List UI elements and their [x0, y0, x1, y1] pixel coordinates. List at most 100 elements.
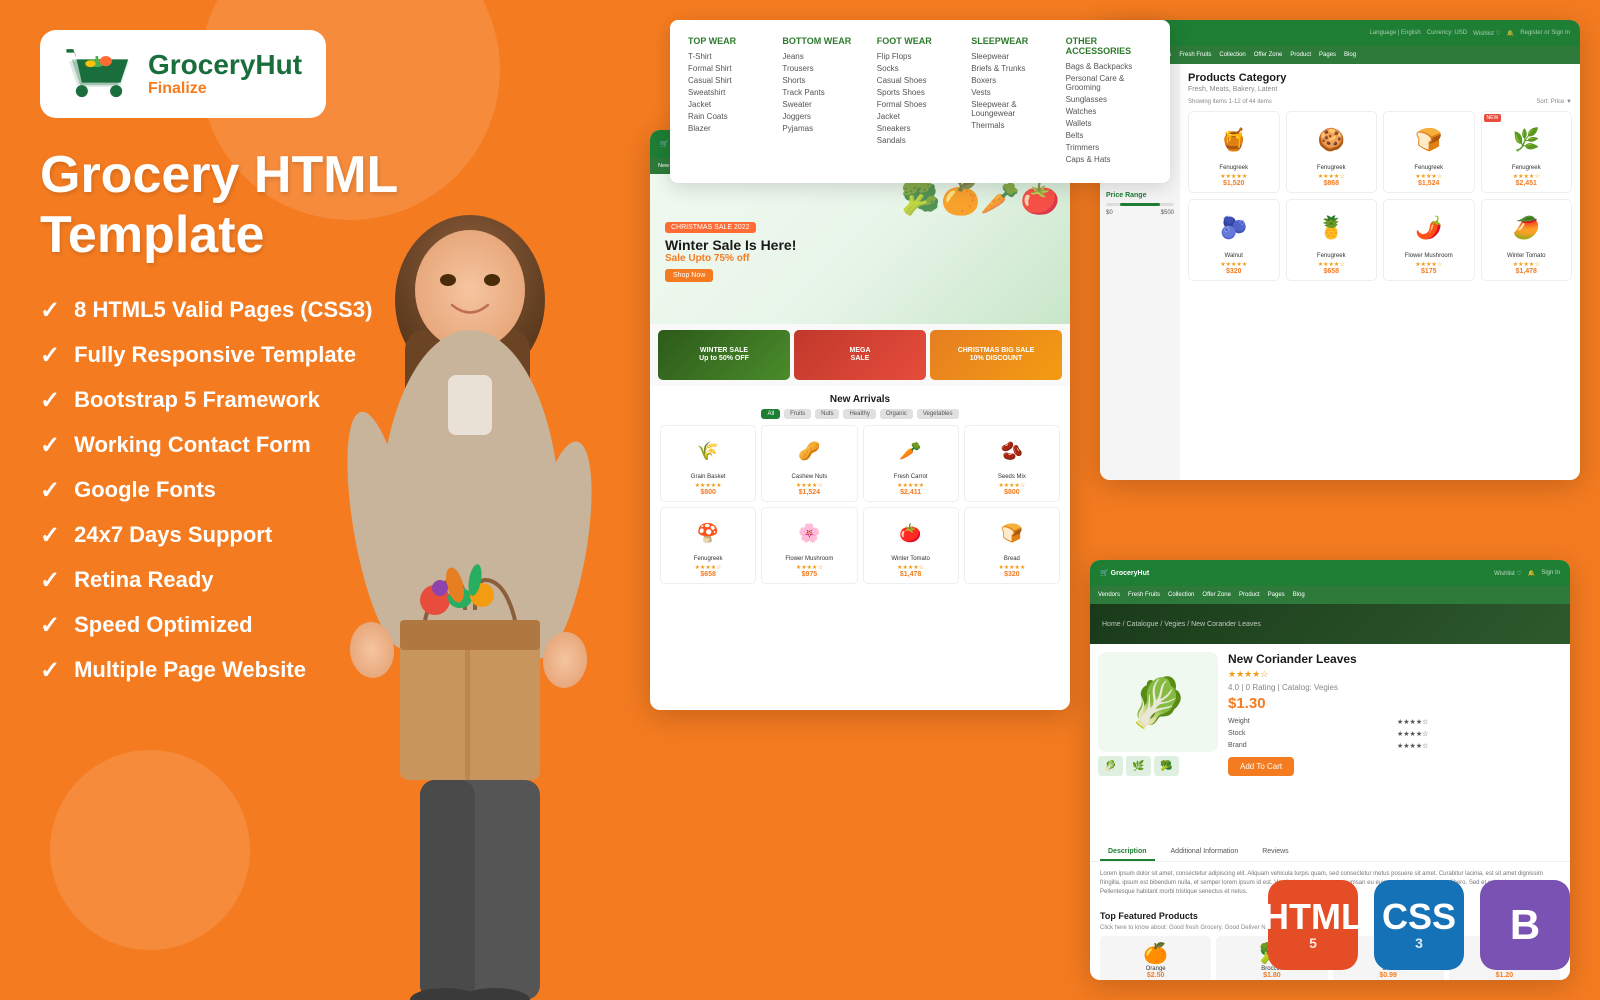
- product-card-4: 🫘 Seeds Mix ★★★★☆ $800: [964, 425, 1060, 502]
- cat-product-wrap-6: 🍍 Fenugreek ★★★★☆ $658: [1286, 199, 1378, 281]
- mega-col-1-title: Top Wear: [688, 36, 774, 46]
- right-section: Top Wear T-Shirt Formal Shirt Casual Shi…: [620, 0, 1600, 1000]
- mega-col-1: Top Wear T-Shirt Formal Shirt Casual Shi…: [688, 36, 774, 167]
- check-icon-9: ✓: [40, 656, 60, 685]
- cat-product-img-2: 🍪: [1292, 117, 1372, 162]
- banner-sub: Sale Upto 75% off: [665, 253, 796, 264]
- product-img-5: 🍄: [666, 513, 750, 553]
- mega-col-3: Foot Wear Flip Flops Socks Casual Shoes …: [877, 36, 963, 167]
- product-card-6: 🌸 Flower Mushroom ★★★★☆ $975: [761, 507, 857, 584]
- bs-label: B: [1510, 904, 1540, 946]
- tab-nuts[interactable]: Nuts: [815, 409, 839, 419]
- css-num: 3: [1415, 935, 1423, 951]
- product-img-4: 🫘: [970, 431, 1054, 471]
- single-details: New Coriander Leaves ★★★★☆ 4.0 | 0 Ratin…: [1228, 652, 1562, 836]
- logo-text-wrap: GroceryHut Finalize: [148, 50, 302, 99]
- single-breadcrumb: Home / Catalogue / Vegies / New Corander…: [1102, 621, 1261, 628]
- check-icon-8: ✓: [40, 611, 60, 640]
- cat-nav: New Arrivals Vendors Fresh Fruits Collec…: [1100, 46, 1580, 64]
- tab-organic[interactable]: Organic: [880, 409, 913, 419]
- promo-banner-3: CHRISTMAS BIG SALE10% DISCOUNT: [930, 330, 1062, 380]
- mega-col-4-title: Sleepwear: [971, 36, 1057, 46]
- check-icon-4: ✓: [40, 431, 60, 460]
- cat-product-wrap-8: 🥭 Winter Tomato ★★★★☆ $1,478: [1481, 199, 1573, 281]
- check-icon-6: ✓: [40, 521, 60, 550]
- product-img-8: 🍞: [970, 513, 1054, 553]
- feature-label-6: 24x7 Days Support: [74, 522, 272, 548]
- product-img-2: 🥜: [767, 431, 851, 471]
- logo-box: GroceryHut Finalize: [40, 30, 326, 118]
- cat-product-img-8: 🥭: [1487, 205, 1567, 250]
- cat-product-card-7: 🌶️ Flower Mushroom ★★★★☆ $175: [1383, 199, 1475, 281]
- single-stars: ★★★★☆: [1228, 669, 1562, 680]
- product-grid-2: 🍄 Fenugreek ★★★★☆ $658 🌸 Flower Mushroom…: [660, 507, 1060, 584]
- tab-veg[interactable]: Vegetables: [917, 409, 959, 419]
- feature-label-5: Google Fonts: [74, 477, 216, 503]
- html-num: 5: [1309, 935, 1317, 951]
- cat-product-img-1: 🍯: [1194, 117, 1274, 162]
- single-product-img: 🥬: [1098, 652, 1218, 752]
- product-card-2: 🥜 Cashew Nuts ★★★★☆ $1,524: [761, 425, 857, 502]
- banner-tag: CHRISTMAS SALE 2022: [665, 222, 756, 233]
- product-img-7: 🍅: [869, 513, 953, 553]
- product-grid: 🌾 Grain Basket ★★★★★ $800 🥜 Cashew Nuts …: [660, 425, 1060, 502]
- promo-banner-1: WINTER SALEUp to 50% OFF: [658, 330, 790, 380]
- featured-1: 🍊 Orange $2.50: [1100, 936, 1211, 980]
- cat-products-grid: 🍯 Fenugreek ★★★★★ $1,520 🍪 Fenugreek ★★★…: [1188, 111, 1572, 281]
- product-img-3: 🥕: [869, 431, 953, 471]
- logo-name: GroceryHut: [148, 50, 302, 81]
- product-card-5: 🍄 Fenugreek ★★★★☆ $658: [660, 507, 756, 584]
- logo-sub: Finalize: [148, 80, 302, 98]
- single-main-content: 🥬 🥬 🌿 🥦 New Coriander Leaves ★★★★☆ 4.0 |…: [1090, 644, 1570, 844]
- feature-label-9: Multiple Page Website: [74, 657, 306, 683]
- cat-product-card-2: 🍪 Fenugreek ★★★★☆ $868: [1286, 111, 1378, 193]
- html-label: HTML: [1263, 899, 1363, 935]
- check-icon-5: ✓: [40, 476, 60, 505]
- woman-image: [300, 180, 640, 1000]
- store-banner-btn[interactable]: Shop Now: [665, 269, 713, 282]
- mega-col-2-title: Bottom Wear: [782, 36, 868, 46]
- store-banner: CHRISTMAS SALE 2022 Winter Sale Is Here!…: [650, 174, 1070, 324]
- product-card-3: 🥕 Fresh Carrot ★★★★★ $2,411: [863, 425, 959, 502]
- tab-all[interactable]: All: [761, 409, 780, 419]
- css-badge: CSS 3: [1374, 880, 1464, 970]
- single-product-img-area: 🥬 🥬 🌿 🥦: [1098, 652, 1218, 836]
- cat-body: Category Bakery Cereal Coffee Dairy Frui…: [1100, 64, 1580, 480]
- promo-banner-2: MEGASALE: [794, 330, 926, 380]
- product-card-8: 🍞 Bread ★★★★★ $320: [964, 507, 1060, 584]
- cat-title: Products Category: [1188, 72, 1572, 84]
- single-tab-reviews[interactable]: Reviews: [1254, 844, 1296, 861]
- single-tabs: Description Additional Information Revie…: [1090, 844, 1570, 862]
- cat-product-img-6: 🍍: [1292, 205, 1372, 250]
- single-add-cart-btn[interactable]: Add To Cart: [1228, 757, 1294, 776]
- promo-row: WINTER SALEUp to 50% OFF MEGASALE CHRIST…: [650, 324, 1070, 386]
- cat-product-img-3: 🍞: [1389, 117, 1469, 162]
- single-tab-description[interactable]: Description: [1100, 844, 1155, 861]
- feature-label-4: Working Contact Form: [74, 432, 311, 458]
- mega-menu-grid: Top Wear T-Shirt Formal Shirt Casual Shi…: [688, 36, 1152, 167]
- feature-label-8: Speed Optimized: [74, 612, 252, 638]
- cat-product-card-5: 🫐 Walnut ★★★★★ $320: [1188, 199, 1280, 281]
- cat-product-wrap-3: 🍞 Fenugreek ★★★★☆ $1,524: [1383, 111, 1475, 193]
- cat-product-wrap-4: NEW 🌿 Fenugreek ★★★★☆ $2,451: [1481, 111, 1573, 193]
- single-tab-additional[interactable]: Additional Information: [1163, 844, 1247, 861]
- single-price: $1.30: [1228, 695, 1562, 712]
- cat-product-card-3: 🍞 Fenugreek ★★★★☆ $1,524: [1383, 111, 1475, 193]
- new-badge: NEW: [1484, 114, 1502, 122]
- tab-healthy[interactable]: Healthy: [843, 409, 875, 419]
- cat-main: Products Category Fresh, Meats, Bakery, …: [1180, 64, 1580, 480]
- cat-product-wrap-1: 🍯 Fenugreek ★★★★★ $1,520: [1188, 111, 1280, 193]
- mega-menu-preview: Top Wear T-Shirt Formal Shirt Casual Shi…: [670, 20, 1170, 183]
- product-card-7: 🍅 Winter Tomato ★★★★☆ $1,478: [863, 507, 959, 584]
- single-nav: Vendors Fresh Fruits Collection Offer Zo…: [1090, 586, 1570, 604]
- cat-product-wrap-2: 🍪 Fenugreek ★★★★☆ $868: [1286, 111, 1378, 193]
- tech-badges: HTML 5 CSS 3 B: [1268, 880, 1570, 970]
- cat-product-card-6: 🍍 Fenugreek ★★★★☆ $658: [1286, 199, 1378, 281]
- mega-col-2: Bottom Wear Jeans Trousers Shorts Track …: [782, 36, 868, 167]
- new-arrivals-section: New Arrivals All Fruits Nuts Healthy Org…: [650, 386, 1070, 592]
- bootstrap-badge: B: [1480, 880, 1570, 970]
- tab-fruits[interactable]: Fruits: [784, 409, 811, 419]
- banner-heading: Winter Sale Is Here!: [665, 237, 796, 254]
- check-icon-7: ✓: [40, 566, 60, 595]
- cat-product-card-8: 🥭 Winter Tomato ★★★★☆ $1,478: [1481, 199, 1573, 281]
